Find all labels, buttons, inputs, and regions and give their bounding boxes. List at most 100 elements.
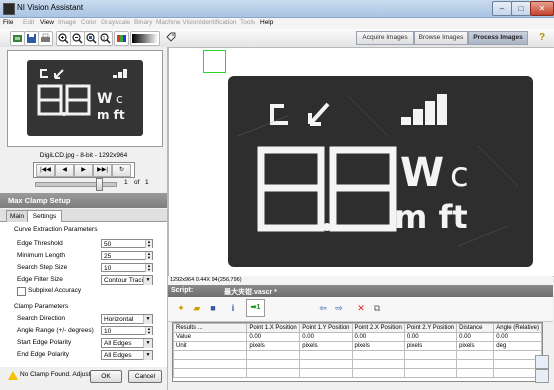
edge-threshold-input[interactable]: 50 ▲ ▼	[101, 239, 153, 248]
minimize-button[interactable]: –	[492, 1, 512, 16]
tab-browse-images[interactable]: Browse Images	[414, 31, 468, 45]
tag-icon[interactable]	[164, 31, 177, 44]
menu-file[interactable]: File	[3, 19, 13, 26]
end-polarity-label: End Edge Polarity	[17, 351, 70, 358]
loop-button[interactable]: ↻	[112, 164, 131, 177]
header-p1x[interactable]: Point 1.X Position	[246, 323, 301, 333]
end-polarity-value: All Edges	[104, 352, 132, 359]
tab-acquire-images[interactable]: Acquire Images	[356, 31, 414, 45]
table-row: Value 0.00 0.00 0.00 0.00 0.00 0.00	[172, 332, 542, 342]
save-icon[interactable]	[24, 31, 39, 46]
roi-rectangle[interactable]	[203, 50, 226, 73]
min-length-input[interactable]: 25 ▲ ▼	[101, 251, 153, 260]
chevron-down-icon[interactable]: ▼	[143, 339, 152, 348]
chevron-down-icon[interactable]: ▼	[143, 315, 152, 324]
search-direction-select[interactable]: Horizontal ▼	[101, 314, 153, 324]
main-image[interactable]: W c m ft	[228, 76, 533, 267]
table-cell: Unit	[172, 341, 248, 351]
table-cell: deg	[493, 341, 542, 351]
header-results[interactable]: Results ...	[172, 323, 248, 333]
table-row: Unit pixels pixels pixels pixels pixels …	[172, 341, 542, 351]
table-cell: pixels	[351, 341, 405, 351]
image-slider-thumb[interactable]	[96, 178, 103, 191]
next-image-button[interactable]: ▶	[74, 164, 93, 177]
header-angle[interactable]: Angle (Relative)	[493, 323, 542, 333]
zoom-fit-icon[interactable]	[84, 31, 99, 46]
script-name: 最大夹钳.vascr *	[224, 289, 277, 296]
menu-image[interactable]: Image	[58, 19, 76, 26]
menu-edit[interactable]: Edit	[23, 19, 34, 26]
page-of-label: of	[134, 179, 140, 186]
script-toolbar: ✦ ▰ ■ i ⇦ ⇨ ✕ ⧉	[168, 297, 553, 322]
palette-icon[interactable]	[114, 31, 129, 46]
copy-step-icon[interactable]: ⧉	[370, 301, 384, 315]
menu-view[interactable]: View	[40, 19, 54, 26]
subpixel-checkbox[interactable]	[17, 287, 26, 296]
warning-icon	[8, 371, 18, 380]
menu-tools[interactable]: Tools	[240, 19, 255, 26]
zoom-actual-icon[interactable]: 1	[98, 31, 113, 46]
spin-icon[interactable]: ▲ ▼	[145, 327, 152, 335]
edge-filter-select[interactable]: Contour Tracing ▼	[101, 275, 153, 285]
close-button[interactable]: ✕	[530, 1, 554, 16]
start-polarity-select[interactable]: All Edges ▼	[101, 338, 153, 348]
window-title: NI Vision Assistant	[17, 3, 84, 12]
save-results-icon[interactable]	[535, 369, 549, 383]
lcd-display-art: W c m ft	[237, 94, 519, 247]
delete-step-icon[interactable]: ✕	[354, 301, 368, 315]
image-slider[interactable]	[35, 182, 117, 187]
header-p2x[interactable]: Point 2.X Position	[351, 323, 405, 333]
menu-binary[interactable]: Binary	[134, 19, 152, 26]
table-cell: 0.00	[493, 332, 542, 342]
spin-icon[interactable]: ▲ ▼	[145, 252, 152, 260]
spin-icon[interactable]: ▲ ▼	[145, 264, 152, 272]
gradient-icon[interactable]	[130, 31, 160, 46]
last-image-button[interactable]: ▶▶|	[93, 164, 112, 177]
zoom-out-icon[interactable]	[70, 31, 85, 46]
subpixel-label: Subpixel Accuracy	[28, 287, 82, 294]
thumbnail-image[interactable]: W c m ft	[27, 60, 143, 136]
zoom-in-icon[interactable]	[56, 31, 71, 46]
tab-main[interactable]: Main	[6, 210, 28, 222]
menu-color[interactable]: Color	[81, 19, 97, 26]
chevron-down-icon[interactable]: ▼	[143, 351, 152, 360]
menu-identification[interactable]: Identification	[200, 19, 237, 26]
menu-grayscale[interactable]: Grayscale	[101, 19, 130, 26]
acquire-icon[interactable]	[10, 31, 25, 46]
angle-range-label: Angle Range (+/- degrees)	[17, 327, 94, 334]
table-cell: pixels	[299, 341, 353, 351]
new-script-icon[interactable]: ✦	[174, 301, 188, 315]
header-distance[interactable]: Distance	[456, 323, 495, 333]
open-script-icon[interactable]: ▰	[190, 301, 204, 315]
prev-image-button[interactable]: ◀	[55, 164, 74, 177]
move-right-icon[interactable]: ⇨	[332, 301, 346, 315]
start-polarity-value: All Edges	[104, 340, 132, 347]
results-table: Results ... Point 1.X Position Point 1.Y…	[172, 322, 543, 382]
maximize-button[interactable]: □	[511, 1, 531, 16]
export-results-icon[interactable]	[535, 355, 549, 369]
ok-button[interactable]: OK	[90, 370, 122, 383]
menu-machine-vision[interactable]: Machine Vision	[156, 19, 200, 26]
tab-process-images[interactable]: Process Images	[468, 31, 528, 45]
angle-range-input[interactable]: 10 ▲ ▼	[101, 326, 153, 335]
info-icon[interactable]: i	[226, 301, 240, 315]
table-header-row: Results ... Point 1.X Position Point 1.Y…	[172, 323, 542, 333]
table-cell: 0.00	[299, 332, 353, 342]
first-image-button[interactable]: |◀◀	[36, 164, 55, 177]
table-cell: pixels	[456, 341, 495, 351]
move-left-icon[interactable]: ⇦	[316, 301, 330, 315]
print-icon[interactable]	[38, 31, 53, 46]
help-icon[interactable]: ?	[535, 31, 549, 44]
menu-help[interactable]: Help	[260, 19, 273, 26]
header-p1y[interactable]: Point 1.Y Position	[299, 323, 353, 333]
end-polarity-select[interactable]: All Edges ▼	[101, 350, 153, 360]
script-step-card[interactable]: ➡1	[246, 299, 265, 317]
save-script-icon[interactable]: ■	[206, 301, 220, 315]
chevron-down-icon[interactable]: ▼	[143, 276, 152, 285]
cancel-button[interactable]: Cancel	[128, 370, 162, 383]
search-step-input[interactable]: 10 ▲ ▼	[101, 263, 153, 272]
table-cell: pixels	[403, 341, 458, 351]
table-row	[172, 359, 542, 369]
header-p2y[interactable]: Point 2.Y Position	[403, 323, 458, 333]
spin-icon[interactable]: ▲ ▼	[145, 240, 152, 248]
